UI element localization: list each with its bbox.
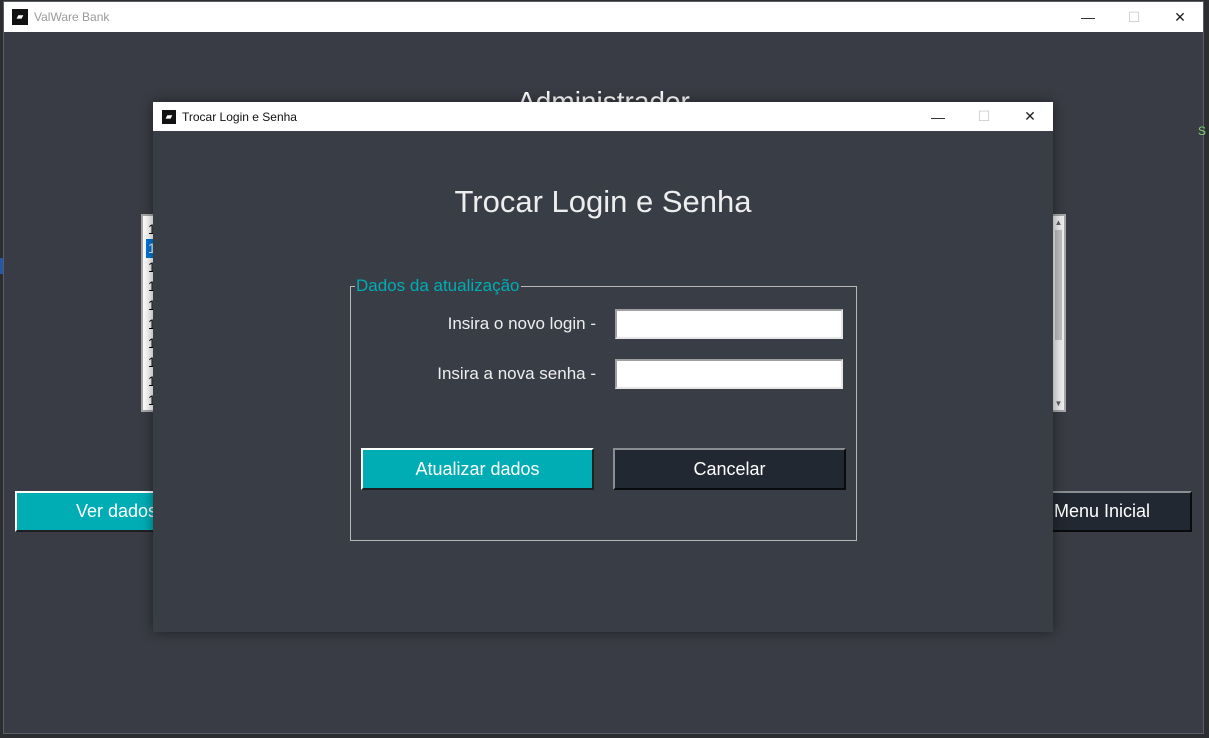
menu-inicial-button[interactable]: Menu Inicial: [1034, 491, 1192, 532]
ver-dados-button[interactable]: Ver dados: [15, 491, 165, 532]
listbox-scrollbar[interactable]: ▲ ▼: [1053, 216, 1064, 410]
dialog-heading: Trocar Login e Senha: [454, 184, 752, 219]
new-password-input[interactable]: [615, 359, 843, 389]
update-data-group: Dados da atualização Insira o novo login…: [350, 276, 857, 541]
scroll-thumb[interactable]: [1055, 230, 1062, 340]
login-label: Insira o novo login -: [447, 314, 596, 333]
dialog-title: Trocar Login e Senha: [182, 109, 297, 124]
password-label: Insira a nova senha -: [437, 364, 596, 383]
main-window-title: ValWare Bank: [34, 10, 110, 24]
scroll-down-icon[interactable]: ▼: [1053, 399, 1064, 408]
edge-text: S: [1197, 124, 1206, 138]
dialog-window-controls: — ☐ ✕: [915, 102, 1053, 132]
taskbar-edge-mark: [0, 258, 3, 274]
main-titlebar[interactable]: ▰ ValWare Bank — ☐ ✕: [4, 2, 1203, 32]
scroll-up-icon[interactable]: ▲: [1053, 218, 1064, 227]
dialog-titlebar[interactable]: ▰ Trocar Login e Senha — ☐ ✕: [153, 102, 1053, 131]
new-login-input[interactable]: [615, 309, 843, 339]
minimize-icon[interactable]: —: [1065, 2, 1111, 32]
dialog-app-icon: ▰: [162, 109, 176, 124]
group-label: Dados da atualização: [355, 276, 521, 296]
maximize-icon[interactable]: ☐: [1111, 2, 1157, 32]
minimize-icon[interactable]: —: [915, 102, 961, 131]
main-window-controls: — ☐ ✕: [1065, 2, 1203, 32]
close-icon[interactable]: ✕: [1157, 2, 1203, 32]
atualizar-dados-button[interactable]: Atualizar dados: [361, 448, 594, 490]
app-icon: ▰: [12, 9, 28, 25]
cancelar-button[interactable]: Cancelar: [613, 448, 846, 490]
close-icon[interactable]: ✕: [1007, 102, 1053, 131]
maximize-icon[interactable]: ☐: [961, 102, 1007, 131]
trocar-login-dialog: ▰ Trocar Login e Senha — ☐ ✕ Trocar Logi…: [153, 102, 1053, 632]
